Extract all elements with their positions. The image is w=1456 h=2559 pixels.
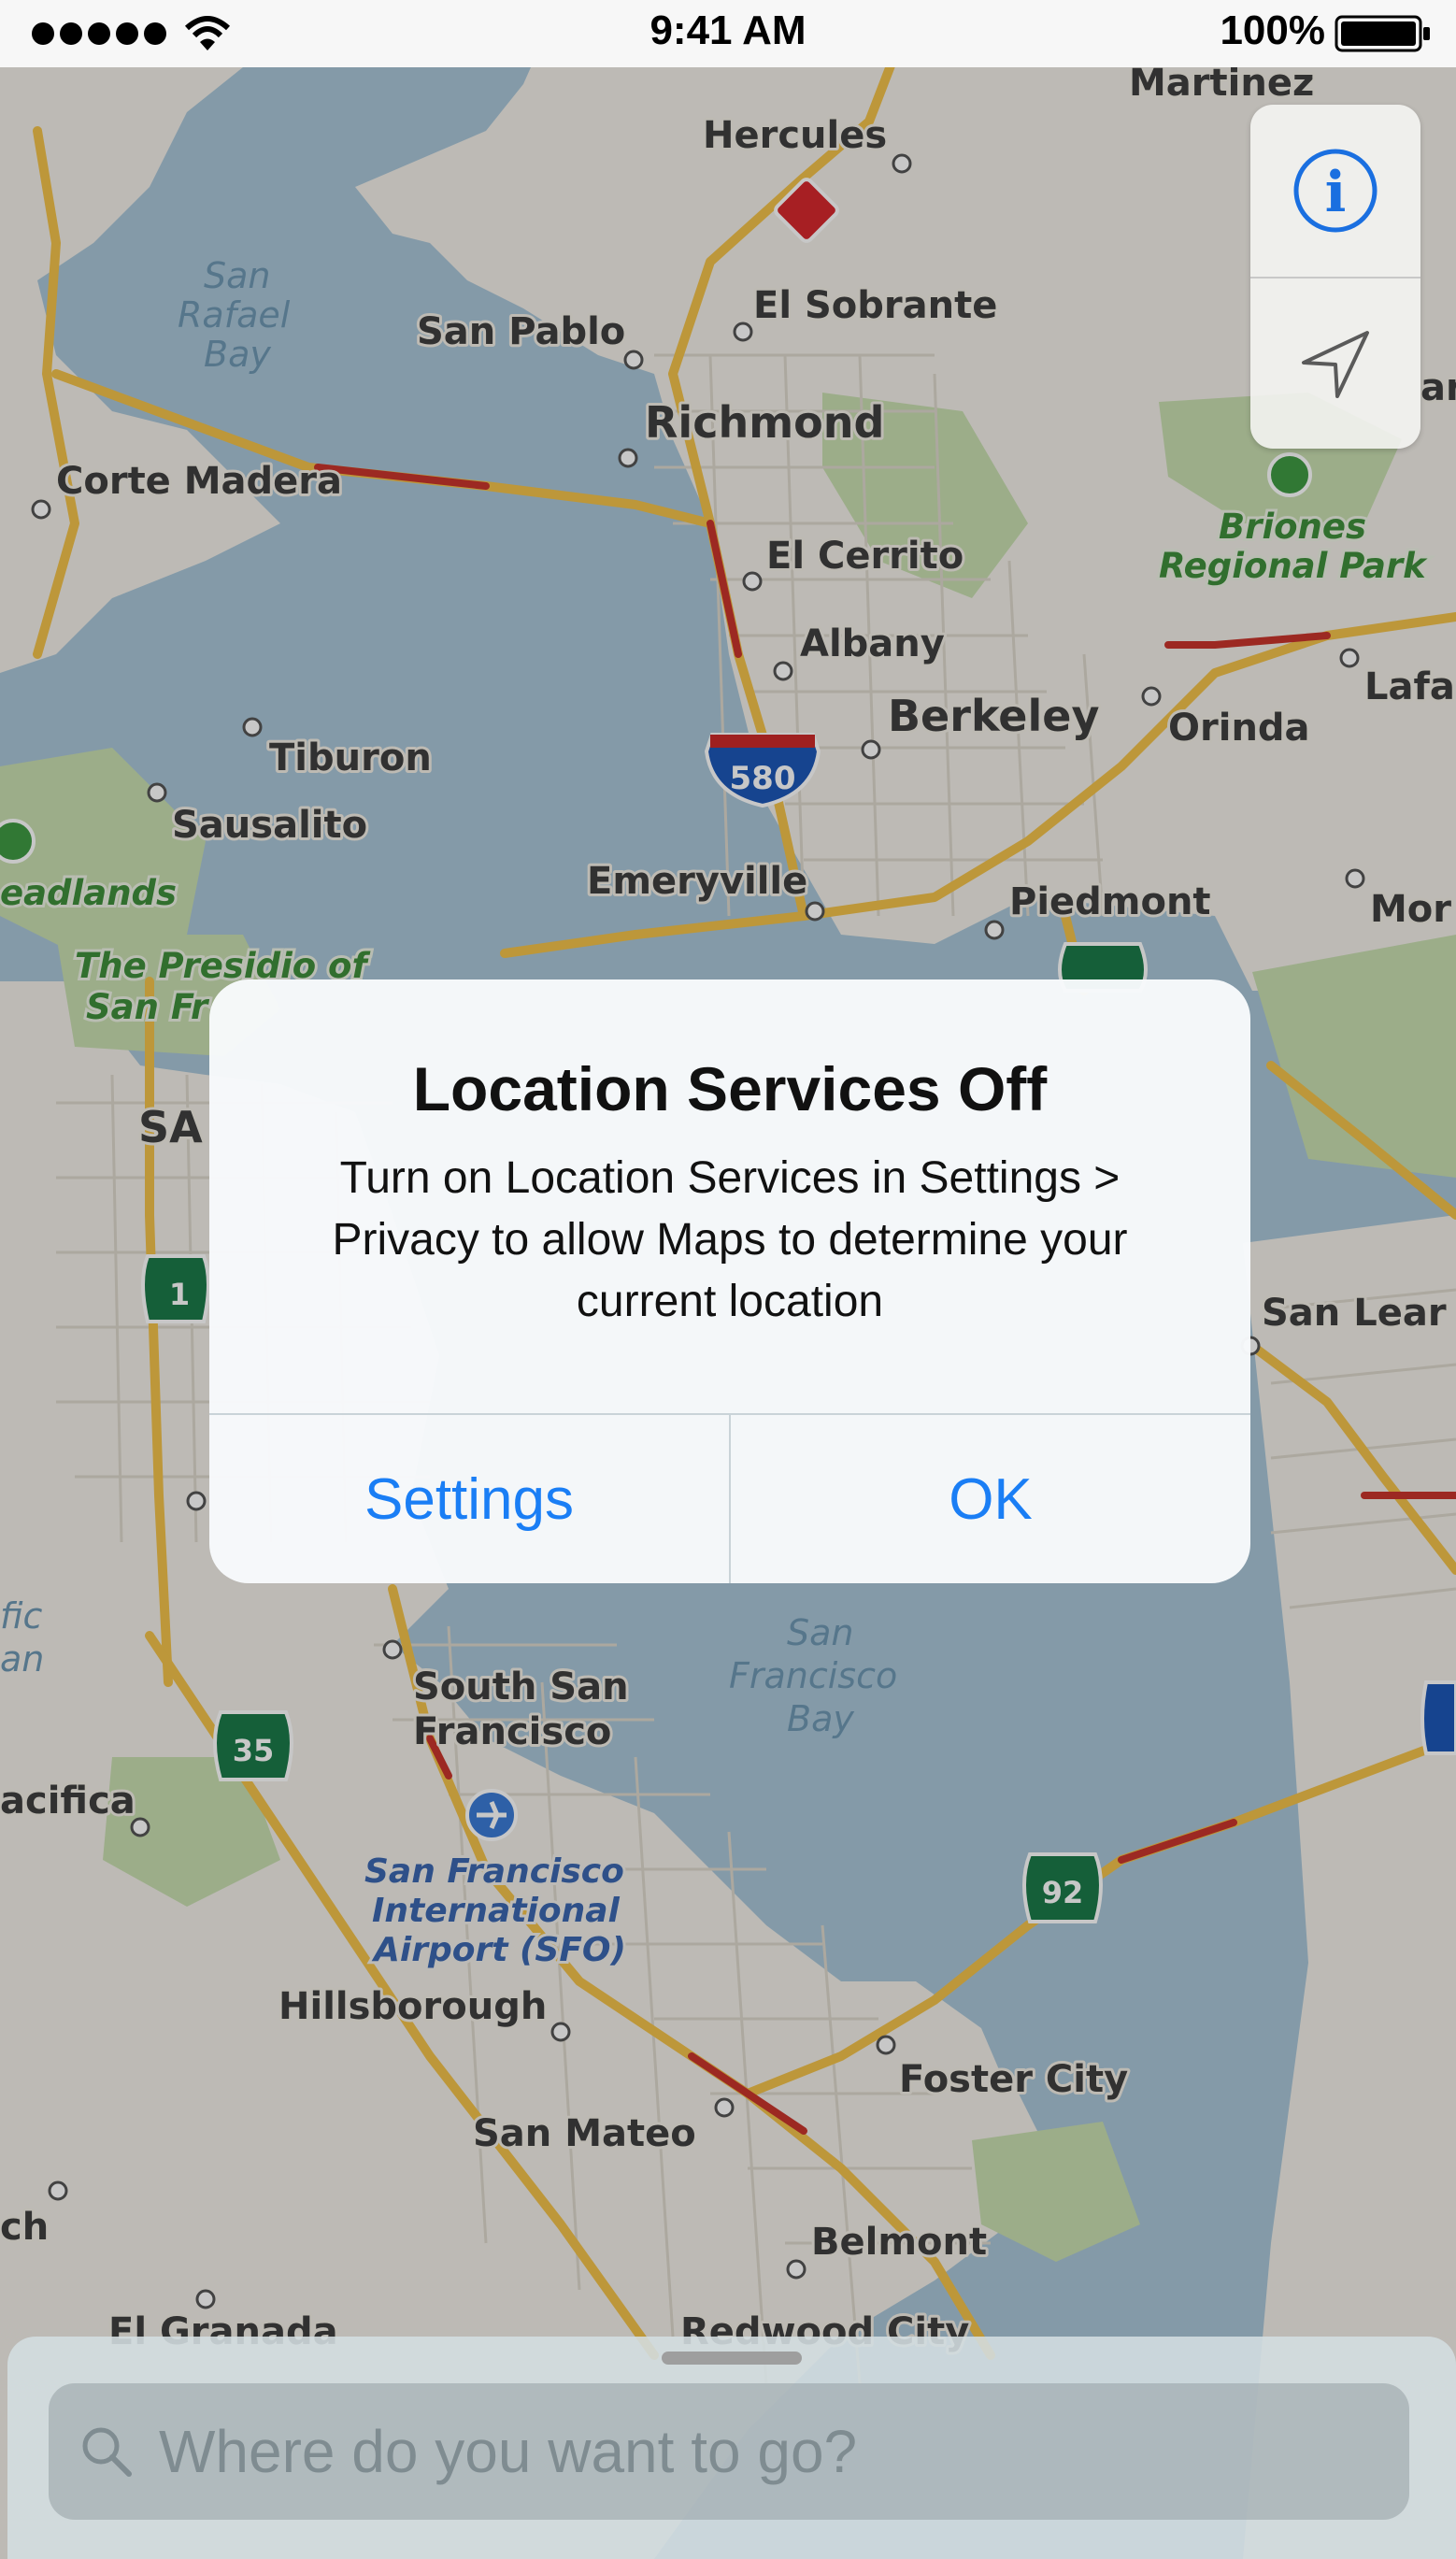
- alert-title: Location Services Off: [412, 1054, 1048, 1123]
- current-location-button[interactable]: [1250, 277, 1420, 450]
- ok-button[interactable]: OK: [731, 1415, 1250, 1583]
- search-input[interactable]: Where do you want to go?: [49, 2383, 1409, 2520]
- svg-text:i: i: [1325, 160, 1347, 225]
- info-button[interactable]: i: [1250, 105, 1420, 277]
- search-card: Where do you want to go?: [7, 2337, 1456, 2559]
- battery-percentage: 100%: [1220, 7, 1325, 53]
- info-icon: i: [1293, 149, 1377, 233]
- maps-screen: 580 1 35 92 Martinez Hercules El Sobrant…: [0, 0, 1456, 2559]
- location-arrow-icon: [1302, 331, 1369, 398]
- map-controls: i: [1250, 105, 1420, 449]
- search-icon: [82, 2427, 132, 2477]
- location-services-alert: Location Services Off Turn on Location S…: [209, 979, 1250, 1583]
- card-grabber-handle[interactable]: [662, 2352, 802, 2365]
- battery-icon: [1335, 15, 1430, 52]
- status-bar: 9:41 AM 100%: [0, 0, 1456, 67]
- settings-button[interactable]: Settings: [209, 1415, 729, 1583]
- alert-message: Turn on Location Services in Settings > …: [332, 1153, 1128, 1326]
- search-placeholder: Where do you want to go?: [159, 2418, 858, 2485]
